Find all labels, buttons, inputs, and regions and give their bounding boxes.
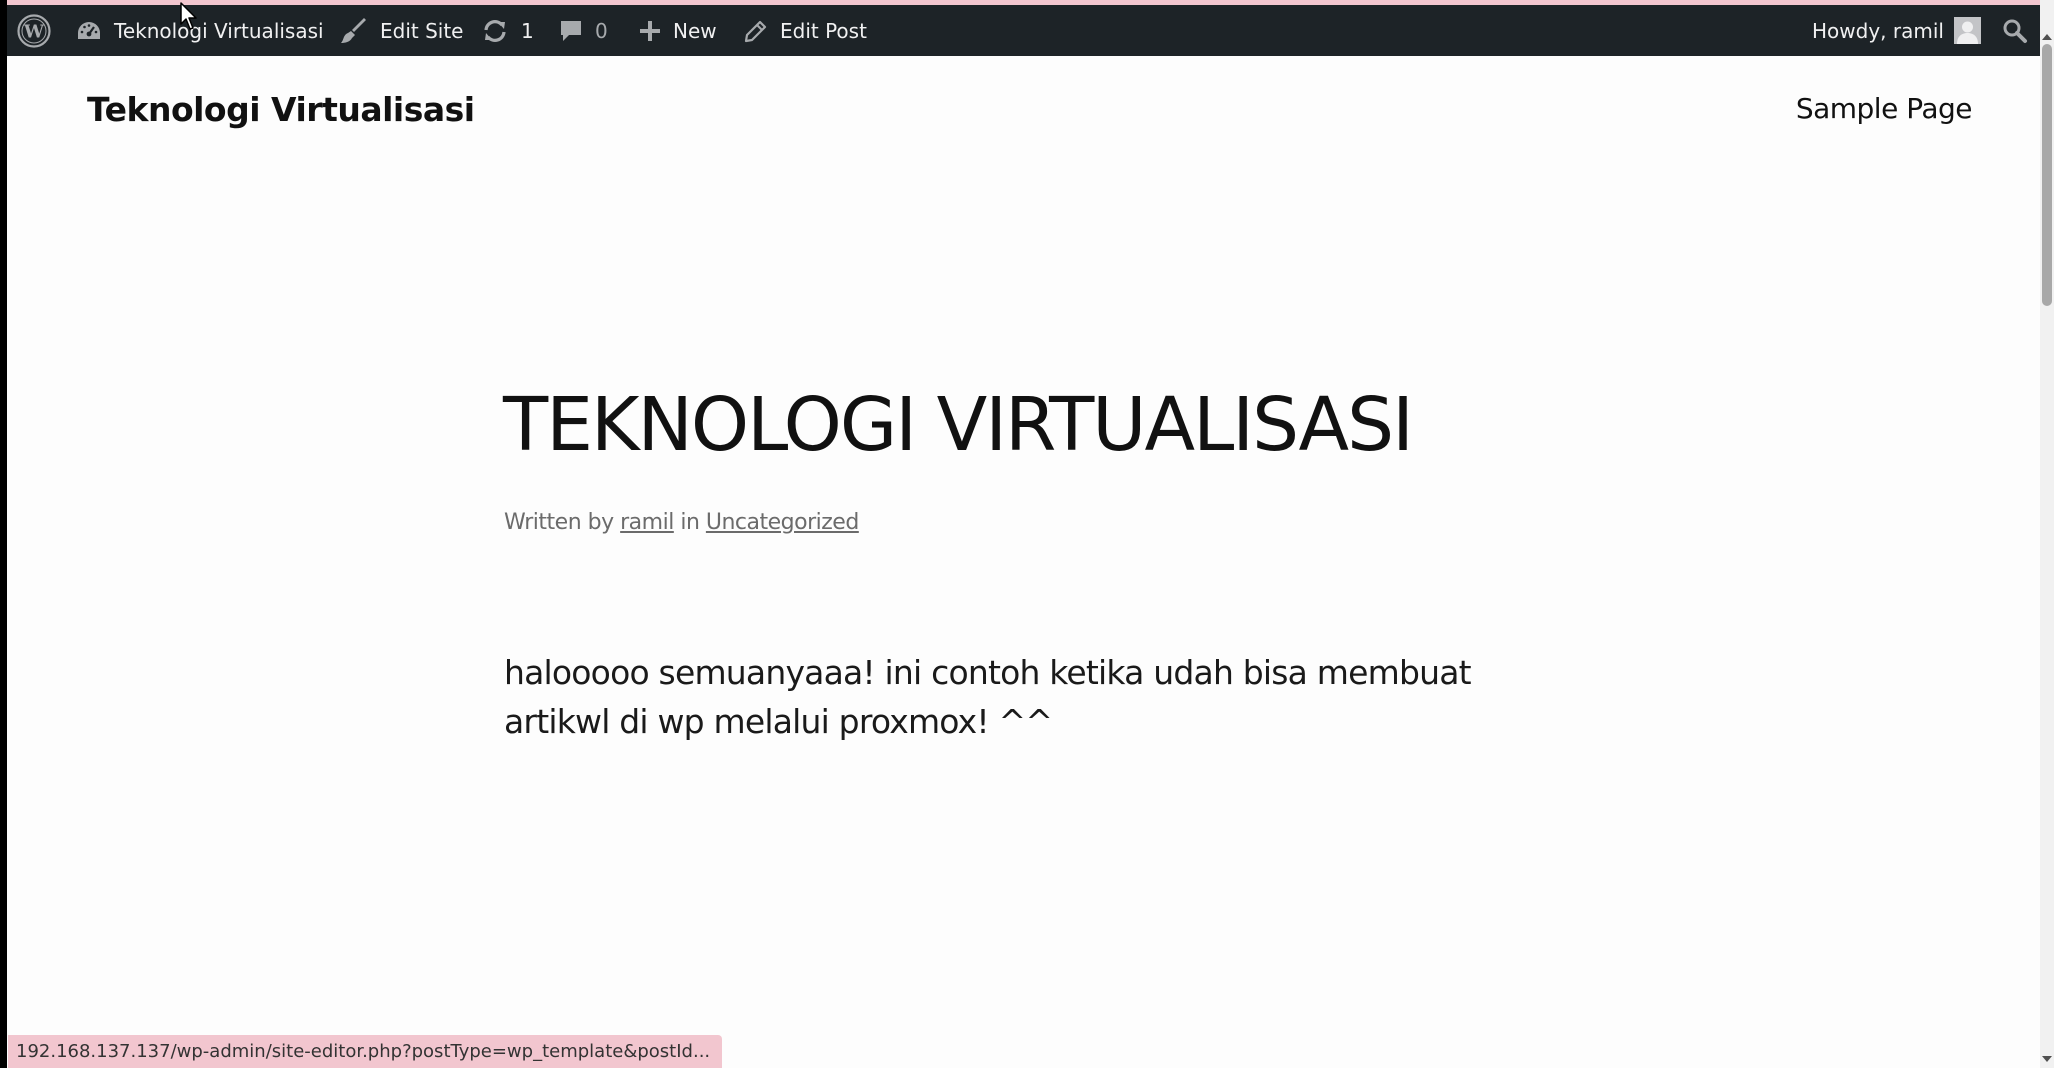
brush-icon	[340, 17, 368, 44]
edit-site-label: Edit Site	[380, 18, 464, 43]
wordpress-icon: W	[17, 13, 51, 48]
site-title-link[interactable]: Teknologi Virtualisasi	[87, 90, 475, 129]
author-link[interactable]: ramil	[620, 510, 674, 535]
browser-viewport: W Teknologi Virtualisasi Edit Site 1 0 N…	[7, 0, 2054, 1068]
search-icon	[2002, 18, 2028, 44]
pencil-icon	[744, 19, 768, 43]
site-name-label: Teknologi Virtualisasi	[114, 18, 324, 43]
plus-icon	[639, 20, 661, 42]
updates-button[interactable]: 1	[481, 5, 534, 56]
post-meta-in: in	[680, 510, 700, 535]
status-bar-url: 192.168.137.137/wp-admin/site-editor.php…	[8, 1035, 723, 1068]
post-title: TEKNOLOGI VIRTUALISASI	[503, 382, 1414, 468]
scroll-up-arrow-icon[interactable]	[2040, 30, 2054, 44]
post-meta-written-by: Written by	[504, 510, 614, 535]
comments-count: 0	[595, 18, 608, 43]
category-link[interactable]: Uncategorized	[706, 510, 859, 535]
new-content-button[interactable]: New	[639, 5, 717, 56]
svg-text:W: W	[23, 21, 45, 42]
admin-bar: W Teknologi Virtualisasi Edit Site 1 0 N…	[7, 5, 2040, 56]
my-account-menu[interactable]: Howdy, ramil	[1812, 5, 1981, 56]
wp-logo-button[interactable]: W	[17, 5, 51, 56]
nav-item-sample-page[interactable]: Sample Page	[1796, 92, 1973, 125]
admin-search-button[interactable]	[2002, 5, 2028, 56]
scroll-thumb[interactable]	[2042, 44, 2052, 306]
dashboard-icon	[76, 19, 102, 43]
post-meta: Written by ramil in Uncategorized	[504, 510, 859, 535]
greeting-label: Howdy, ramil	[1812, 18, 1944, 43]
comment-icon	[559, 19, 583, 43]
edit-site-button[interactable]: Edit Site	[340, 5, 464, 56]
page-scrollbar[interactable]	[2040, 0, 2054, 1068]
edit-post-button[interactable]: Edit Post	[744, 5, 867, 56]
post-content: halooooo semuanyaaa! ini contoh ketika u…	[504, 653, 1472, 741]
edit-post-label: Edit Post	[780, 18, 867, 43]
refresh-icon	[481, 19, 509, 43]
avatar-icon	[1953, 17, 1981, 44]
mouse-cursor-icon	[180, 2, 200, 37]
new-label: New	[673, 18, 717, 43]
updates-count: 1	[521, 18, 534, 43]
scroll-down-arrow-icon[interactable]	[2040, 1052, 2054, 1066]
comments-button[interactable]: 0	[559, 5, 608, 56]
